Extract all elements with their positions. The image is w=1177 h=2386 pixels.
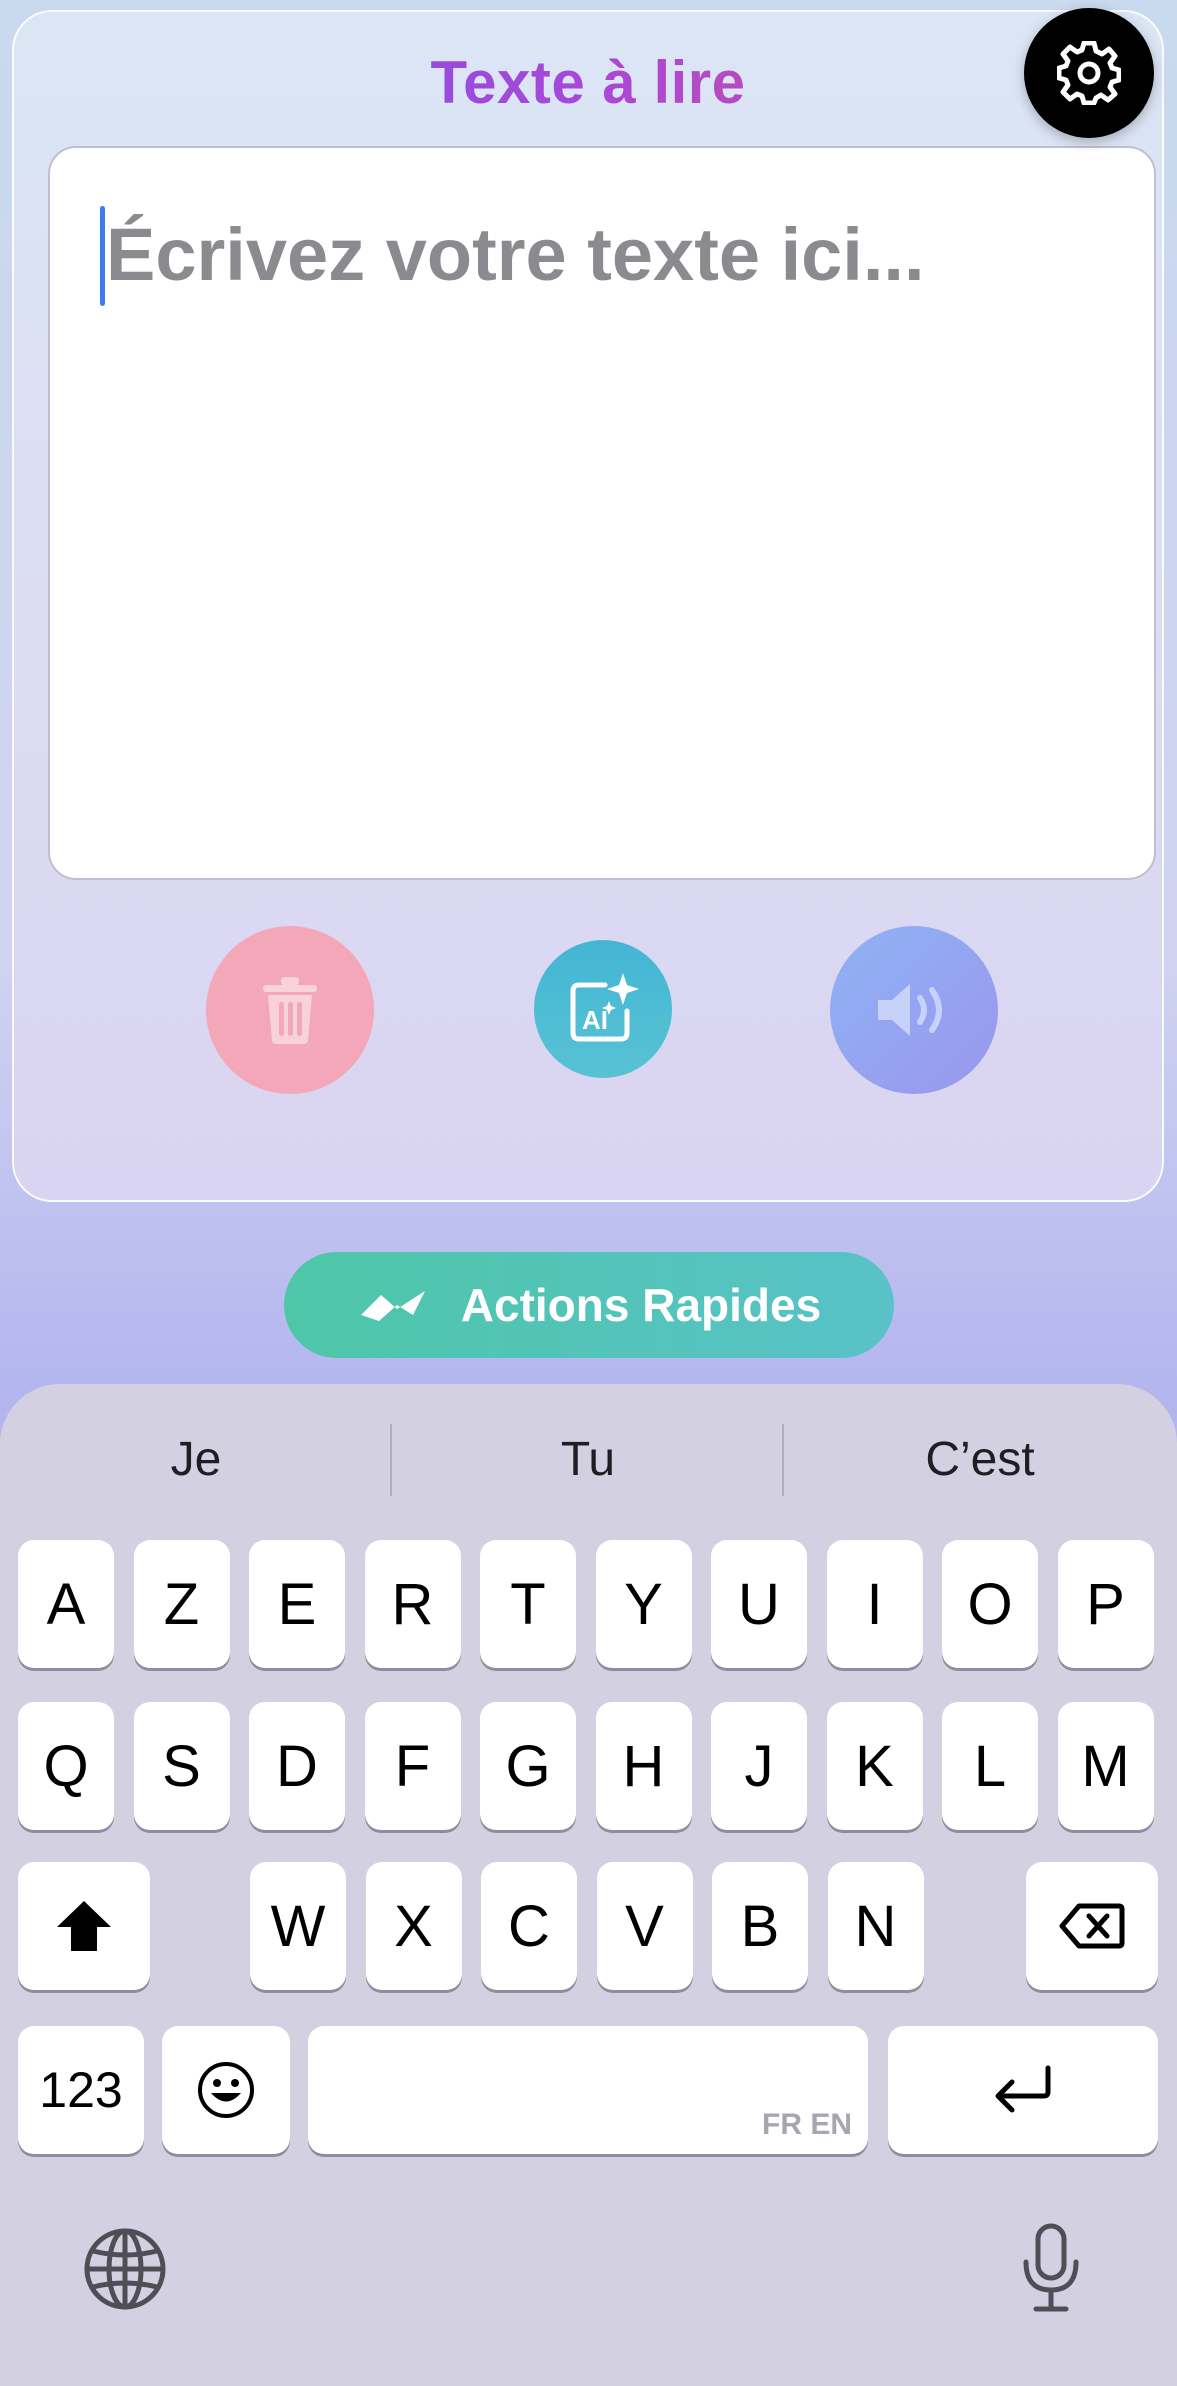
suggestion-2[interactable]: Tu (392, 1432, 784, 1487)
key-e[interactable]: E (249, 1540, 345, 1668)
key-g[interactable]: G (480, 1702, 576, 1830)
globe-icon (84, 2228, 166, 2310)
delete-text-button[interactable] (206, 926, 374, 1094)
emoji-icon (198, 2062, 254, 2118)
key-c[interactable]: C (481, 1862, 577, 1990)
ai-sparkle-icon: AI (570, 973, 639, 1042)
key-k[interactable]: K (826, 1702, 923, 1830)
backspace-icon (1059, 1903, 1125, 1949)
key-z[interactable]: Z (133, 1540, 230, 1668)
key-t[interactable]: T (480, 1540, 576, 1668)
key-n[interactable]: N (827, 1862, 924, 1990)
key-q[interactable]: Q (18, 1702, 114, 1830)
suggestion-3[interactable]: C’est (784, 1432, 1176, 1487)
key-d[interactable]: D (249, 1702, 345, 1830)
text-input-placeholder: Écrivez votre texte ici... (106, 213, 925, 296)
trash-icon (263, 977, 317, 1044)
numbers-key[interactable]: 123 (18, 2026, 144, 2154)
wave-icon (360, 1291, 425, 1321)
suggestion-1[interactable]: Je (0, 1432, 392, 1487)
svg-text:AI: AI (582, 1005, 608, 1035)
key-u[interactable]: U (711, 1540, 807, 1668)
key-j[interactable]: J (711, 1702, 807, 1830)
key-x[interactable]: X (365, 1862, 462, 1990)
space-key[interactable]: FR EN (308, 2026, 868, 2154)
key-y[interactable]: Y (595, 1540, 692, 1668)
key-o[interactable]: O (942, 1540, 1038, 1668)
key-p[interactable]: P (1057, 1540, 1154, 1668)
key-w[interactable]: W (250, 1862, 346, 1990)
microphone-icon (1023, 2223, 1079, 2312)
page-title: Texte à lire (14, 48, 1162, 117)
key-s[interactable]: S (133, 1702, 230, 1830)
key-f[interactable]: F (364, 1702, 461, 1830)
settings-button[interactable] (1024, 8, 1154, 138)
ai-assist-button[interactable]: AI (534, 940, 672, 1078)
speaker-icon (878, 984, 942, 1036)
return-icon (995, 2065, 1051, 2113)
dictation-key[interactable] (1006, 2218, 1096, 2318)
key-m[interactable]: M (1057, 1702, 1154, 1830)
key-l[interactable]: L (942, 1702, 1038, 1830)
read-aloud-button[interactable] (830, 926, 998, 1094)
language-hint: FR EN (762, 2108, 852, 2141)
backspace-key[interactable] (1026, 1862, 1158, 1990)
key-r[interactable]: R (364, 1540, 461, 1668)
text-reader-card: Texte à lire Écrivez votre texte ici... … (12, 10, 1164, 1202)
quick-actions-button[interactable]: Actions Rapides (284, 1252, 894, 1358)
shift-icon (57, 1901, 111, 1951)
text-caret (100, 206, 105, 306)
return-key[interactable] (888, 2026, 1158, 2154)
emoji-key[interactable] (162, 2026, 290, 2154)
key-i[interactable]: I (826, 1540, 923, 1668)
key-v[interactable]: V (596, 1862, 693, 1990)
shift-key[interactable] (18, 1862, 150, 1990)
text-input-area[interactable]: Écrivez votre texte ici... (48, 146, 1156, 880)
key-a[interactable]: A (18, 1540, 114, 1668)
gear-icon (1057, 41, 1121, 105)
key-h[interactable]: H (595, 1702, 692, 1830)
quick-actions-label: Actions Rapides (460, 1279, 822, 1331)
system-keyboard: Je Tu C’est AZERTYUIOP QSDFGHJKLM WXCVBN… (0, 1384, 1177, 2386)
key-b[interactable]: B (712, 1862, 808, 1990)
globe-key[interactable] (80, 2224, 170, 2314)
